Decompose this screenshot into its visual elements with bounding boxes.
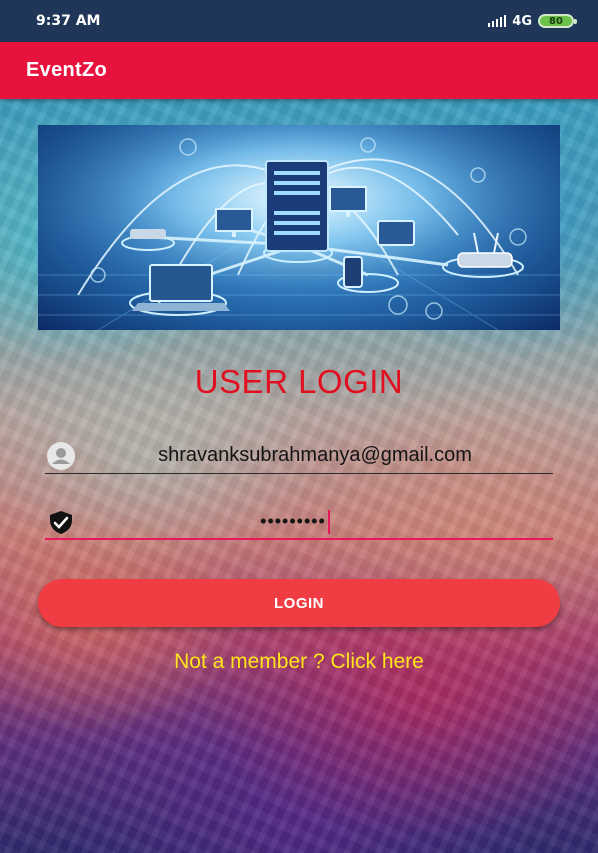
network-type: 4G [512, 13, 532, 29]
login-button[interactable]: LOGIN [38, 579, 560, 627]
status-indicators: 4G 80 [487, 13, 577, 29]
app-bar: EventZo [0, 42, 598, 99]
signal-icon [487, 15, 507, 27]
status-time: 9:37 AM [36, 13, 101, 29]
shield-check-icon [45, 506, 77, 538]
battery-icon: 80 [538, 14, 577, 28]
email-field[interactable]: shravanksubrahmanya@gmail.com [45, 438, 553, 474]
status-bar: 9:37 AM 4G 80 [0, 0, 598, 42]
network-illustration [38, 125, 560, 330]
network-banner-image [38, 125, 560, 330]
text-cursor [327, 509, 330, 534]
user-icon [45, 440, 77, 472]
register-link[interactable]: Not a member ? Click here [0, 650, 598, 674]
page-title: USER LOGIN [194, 363, 404, 400]
email-input-value: shravanksubrahmanya@gmail.com [158, 444, 472, 466]
password-field[interactable]: ••••••••• [45, 505, 553, 540]
battery-level: 80 [549, 15, 563, 27]
app-title: EventZo [26, 59, 107, 81]
password-input-value: ••••••••• [77, 509, 553, 534]
